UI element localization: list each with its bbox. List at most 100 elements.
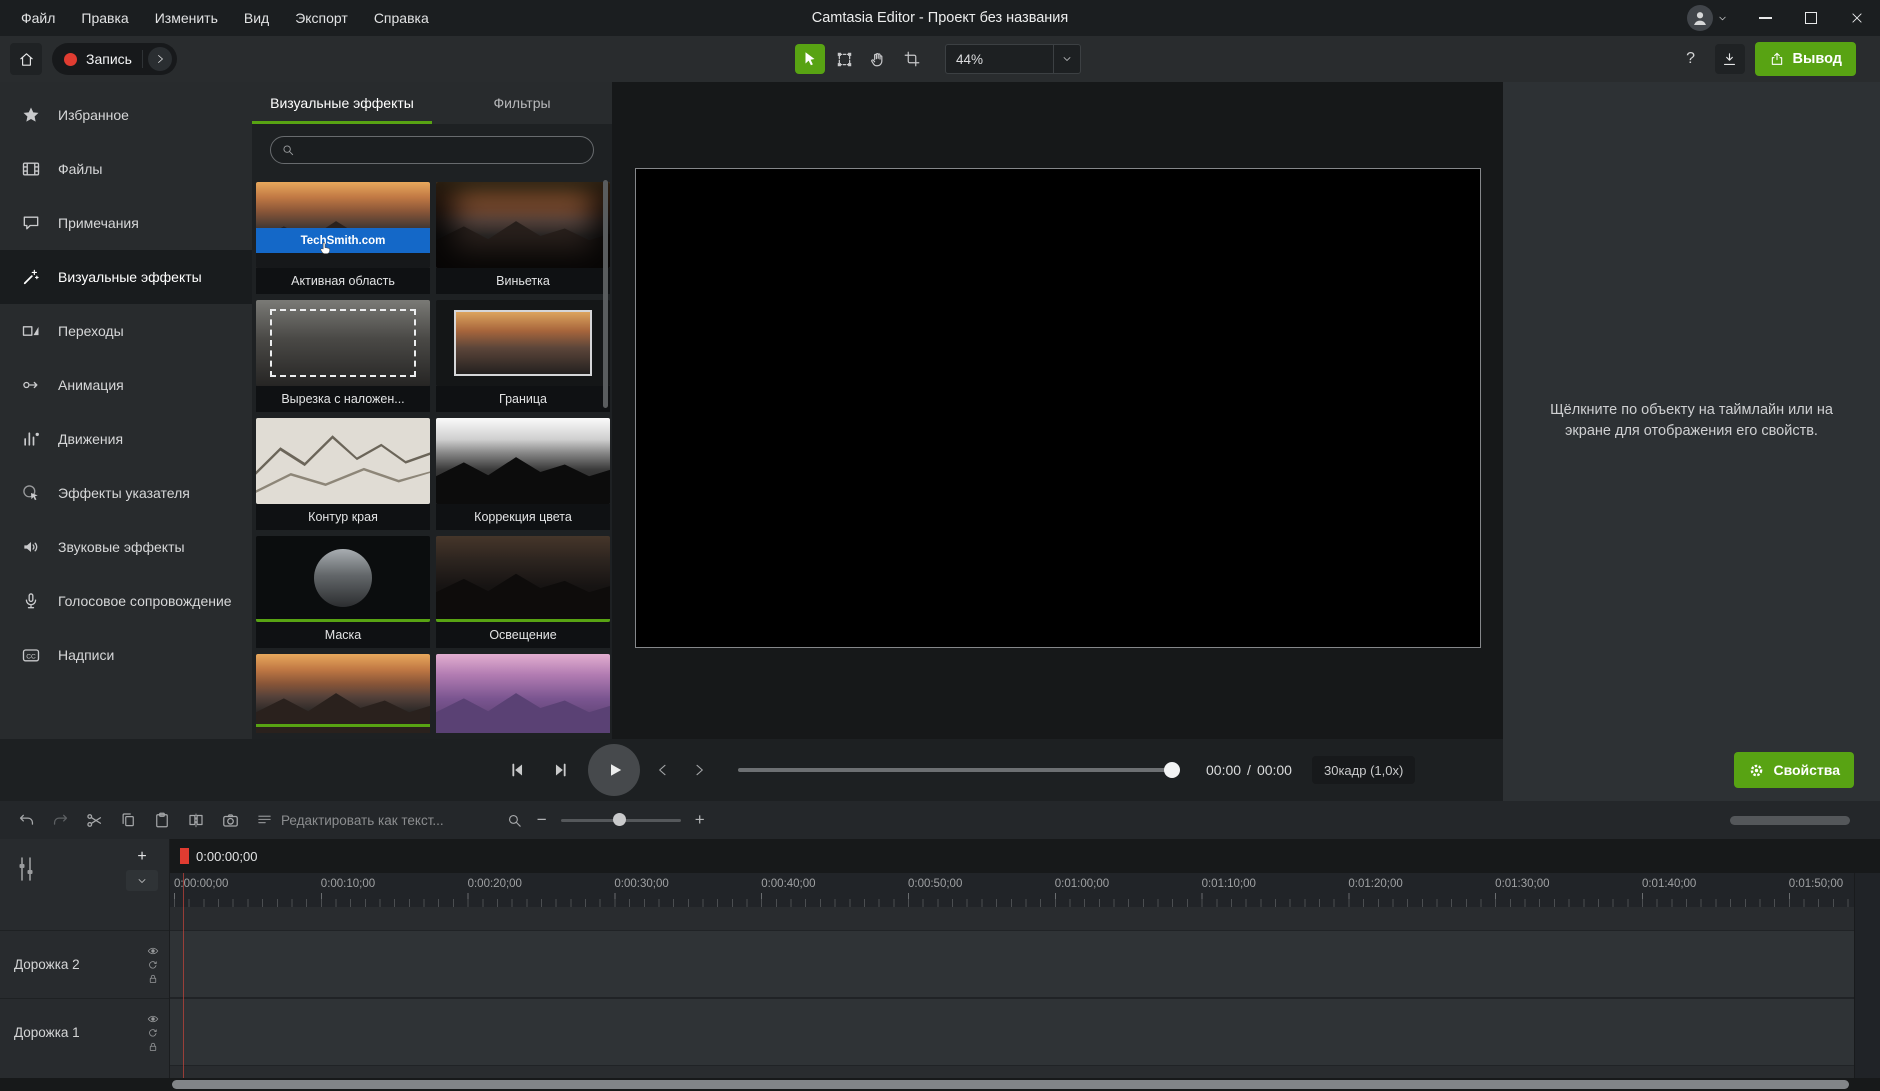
record-options-button[interactable]: [148, 47, 172, 71]
search-input[interactable]: [303, 137, 593, 163]
sidebar-item-animations[interactable]: Анимация: [0, 358, 252, 412]
effect-tile-border[interactable]: Граница: [436, 300, 610, 412]
tab-filters[interactable]: Фильтры: [432, 82, 612, 124]
playback-position-slider[interactable]: [738, 753, 1178, 787]
crop-tool[interactable]: [897, 44, 927, 74]
pan-tool[interactable]: [863, 44, 893, 74]
sidebar-item-cursor-effects[interactable]: Эффекты указателя: [0, 466, 252, 520]
menu-file[interactable]: Файл: [8, 0, 68, 36]
maximize-button[interactable]: [1788, 0, 1834, 36]
account-menu[interactable]: [1687, 5, 1728, 31]
timeline-horizontal-scrollbar[interactable]: [1730, 816, 1850, 825]
next-frame-button[interactable]: [544, 753, 578, 787]
menu-modify[interactable]: Изменить: [142, 0, 231, 36]
close-button[interactable]: [1834, 0, 1880, 36]
properties-button[interactable]: Свойства: [1734, 752, 1854, 788]
menu-edit[interactable]: Правка: [68, 0, 141, 36]
ruler-tick: 0:01:40;00: [1642, 878, 1789, 890]
sidebar-item-voice-narration[interactable]: Голосовое сопровождение: [0, 574, 252, 628]
timeline-ruler[interactable]: 0:00:00;00 0:00:10;00 0:00:20;00 0:00:30…: [170, 873, 1880, 907]
track-name: Дорожка 2: [0, 957, 80, 972]
playhead-marker[interactable]: [180, 848, 189, 864]
lock-icon[interactable]: [147, 1041, 159, 1053]
scrollbar-thumb[interactable]: [172, 1080, 1849, 1089]
zoom-out-button[interactable]: −: [533, 810, 551, 830]
loop-icon[interactable]: [147, 1027, 159, 1039]
effect-tile-hotspot[interactable]: TechSmith.com Активная область: [256, 182, 430, 294]
add-track-button[interactable]: +: [126, 846, 158, 867]
sidebar-item-visual-effects[interactable]: Визуальные эффекты: [0, 250, 252, 304]
frame-rate-chip[interactable]: 30кадр (1,0x): [1312, 756, 1415, 784]
scrollbar-thumb[interactable]: [603, 180, 608, 408]
effect-tile-partial-right[interactable]: [436, 654, 610, 733]
effect-tile-cutout[interactable]: Вырезка с наложен...: [256, 300, 430, 412]
slider-thumb[interactable]: [613, 813, 626, 826]
playhead-time: 0:00:00;00: [196, 849, 257, 864]
zoom-dropdown[interactable]: 44%: [945, 44, 1081, 74]
jump-forward-button[interactable]: [686, 753, 712, 787]
slider-thumb[interactable]: [1164, 762, 1180, 778]
sidebar-item-label: Избранное: [58, 107, 129, 123]
effect-tile-edge-outline[interactable]: Контур края: [256, 418, 430, 530]
zoom-in-button[interactable]: +: [691, 810, 709, 830]
sidebar-item-behaviors[interactable]: Движения: [0, 412, 252, 466]
effects-scrollbar[interactable]: [603, 130, 609, 733]
track-header-2[interactable]: Дорожка 2: [0, 930, 169, 998]
undo-button[interactable]: [12, 806, 40, 834]
sidebar-item-audio-effects[interactable]: Звуковые эффекты: [0, 520, 252, 574]
track-options-icon[interactable]: [14, 855, 38, 883]
timeline-tracks-area[interactable]: 0:00:00;00 0:00:00;00 0:00:10;00 0:00:20…: [170, 839, 1880, 1078]
menu-view[interactable]: Вид: [231, 0, 282, 36]
lock-icon[interactable]: [147, 973, 159, 985]
timeline-zoom-slider[interactable]: [561, 810, 681, 830]
copy-button[interactable]: [114, 806, 142, 834]
playhead-line[interactable]: [183, 873, 184, 1078]
effect-tile-vignette[interactable]: Виньетка: [436, 182, 610, 294]
download-button[interactable]: [1715, 44, 1745, 74]
previous-frame-button[interactable]: [500, 753, 534, 787]
eye-icon[interactable]: [147, 945, 159, 957]
copy-icon: [119, 811, 137, 829]
effect-tile-color-correction[interactable]: Коррекция цвета: [436, 418, 610, 530]
sidebar-item-annotations[interactable]: Примечания: [0, 196, 252, 250]
effect-tile-partial-left[interactable]: [256, 654, 430, 733]
filmstrip-icon: [20, 159, 42, 179]
sidebar-item-media[interactable]: Файлы: [0, 142, 252, 196]
collapse-tracks-button[interactable]: [126, 870, 158, 891]
search-icon: [281, 143, 295, 157]
eye-icon[interactable]: [147, 1013, 159, 1025]
cursor-arrow-icon: [801, 50, 819, 68]
snapshot-button[interactable]: [216, 806, 244, 834]
video-canvas[interactable]: [635, 168, 1481, 648]
hand-icon: [869, 50, 887, 68]
timeline-vertical-scrollbar[interactable]: [1854, 873, 1880, 1078]
minimize-button[interactable]: [1742, 0, 1788, 36]
redo-button[interactable]: [46, 806, 74, 834]
transform-tool[interactable]: [829, 44, 859, 74]
record-button-group[interactable]: Запись: [52, 43, 177, 75]
effect-tile-mask[interactable]: Маска: [256, 536, 430, 648]
sidebar-item-captions[interactable]: CC Надписи: [0, 628, 252, 682]
help-button[interactable]: ?: [1677, 44, 1705, 74]
loop-icon[interactable]: [147, 959, 159, 971]
paste-button[interactable]: [148, 806, 176, 834]
track-lane-2[interactable]: [170, 930, 1880, 998]
play-button[interactable]: [588, 744, 640, 796]
menu-help[interactable]: Справка: [361, 0, 442, 36]
home-button[interactable]: [10, 43, 42, 75]
edit-cursor-tool[interactable]: [795, 44, 825, 74]
edit-as-text-button[interactable]: Редактировать как текст...: [256, 812, 444, 829]
tab-visual-effects[interactable]: Визуальные эффекты: [252, 82, 432, 124]
ruler-tick: 0:00:40;00: [761, 878, 908, 890]
track-header-1[interactable]: Дорожка 1: [0, 998, 169, 1066]
sidebar-item-favorites[interactable]: Избранное: [0, 88, 252, 142]
effect-tile-lighting[interactable]: Освещение: [436, 536, 610, 648]
cut-button[interactable]: [80, 806, 108, 834]
jump-back-button[interactable]: [650, 753, 676, 787]
track-lane-1[interactable]: [170, 998, 1880, 1066]
sidebar-item-transitions[interactable]: Переходы: [0, 304, 252, 358]
split-button[interactable]: [182, 806, 210, 834]
export-button[interactable]: Вывод: [1755, 42, 1856, 76]
bottom-scrollbar[interactable]: [0, 1078, 1880, 1091]
menu-export[interactable]: Экспорт: [282, 0, 361, 36]
